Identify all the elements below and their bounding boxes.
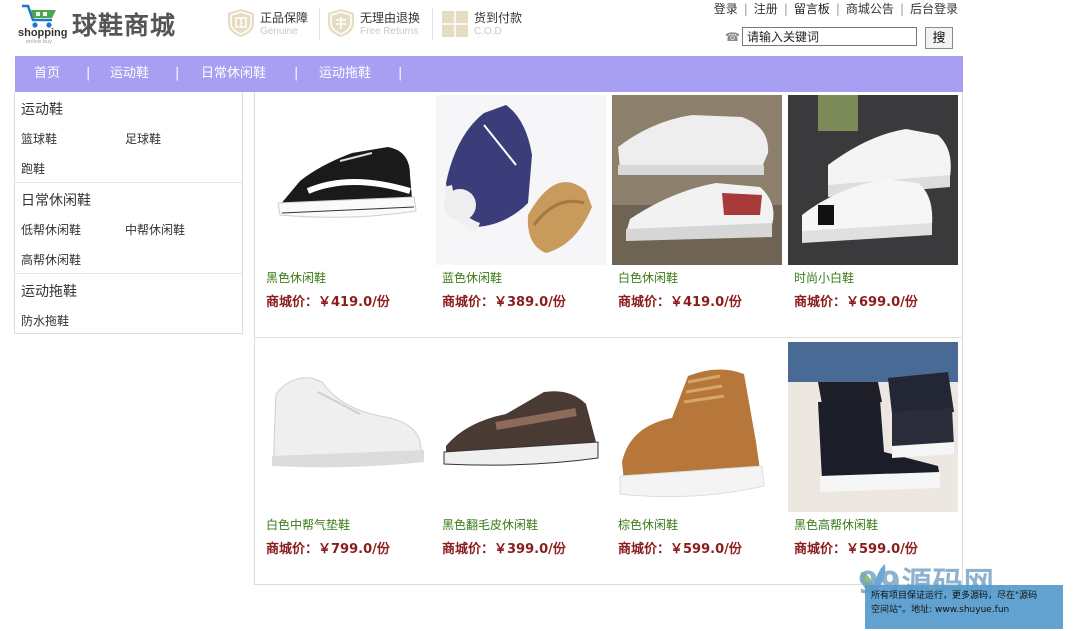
product-card[interactable]: 黑色休闲鞋 商城价：￥419.0/份 [260,95,430,330]
product-name[interactable]: 白色休闲鞋 [618,269,678,286]
watermark-line: 所有项目保证运行，更多源码，尽在"源码 [871,591,1038,601]
white-shoes-image [788,95,958,265]
site-brand: 球鞋商城 [72,11,177,40]
feature-genuine-title: 正品保障 [260,11,309,25]
shield-icon [328,9,354,37]
product-price: 商城价：￥419.0/份 [266,295,390,310]
brown-suede-shoe-image [436,342,606,512]
subcategory-low-top[interactable]: 低帮休闲鞋 [21,221,81,238]
register-link[interactable]: 注册 [754,2,778,16]
logo-text: shopping [18,27,68,39]
nav-separator: | [398,66,403,81]
nav-separator: | [86,66,91,81]
product-image[interactable] [788,95,958,265]
admin-login-link[interactable]: 后台登录 [910,2,958,16]
category-divider [15,182,242,183]
product-card[interactable]: 时尚小白鞋 商城价：￥699.0/份 [788,95,958,330]
feature-returns-sub: Free Returns [360,26,419,37]
search-input[interactable] [742,27,917,46]
search-button[interactable]: 搜 [925,27,953,49]
product-price: 商城价：￥799.0/份 [266,542,390,557]
nav-home[interactable]: 首页 [34,56,60,92]
watermark-line: 空间站"。地址: www.shuyue.fun [871,605,1010,615]
product-image[interactable] [436,342,606,512]
white-sneakers-image [612,95,782,265]
product-card[interactable]: 黑色高帮休闲鞋 商城价：￥599.0/份 [788,342,958,577]
product-price: 商城价：￥599.0/份 [618,542,742,557]
category-sidebar: 运动鞋 篮球鞋 足球鞋 跑鞋 日常休闲鞋 低帮休闲鞋 中帮休闲鞋 高帮休闲鞋 运… [14,92,243,334]
product-image[interactable] [260,95,430,265]
product-name[interactable]: 时尚小白鞋 [794,269,854,286]
watermark-notice: 所有项目保证运行，更多源码，尽在"源码 空间站"。地址: www.shuyue.… [865,585,1063,629]
shopping-logo[interactable]: shopping online buy [18,2,70,45]
white-midtop-image [260,342,430,512]
cart-icon [22,4,56,28]
nav-sports-shoes[interactable]: 运动鞋 [110,56,149,92]
nav-sports-slippers[interactable]: 运动拖鞋 [319,56,371,92]
category-sports-shoes[interactable]: 运动鞋 [21,99,63,119]
subcategory-waterproof-slippers[interactable]: 防水拖鞋 [21,312,69,329]
header-divider [432,8,433,40]
product-price: 商城价：￥599.0/份 [794,542,918,557]
subcategory-mid-top[interactable]: 中帮休闲鞋 [125,221,185,238]
subcategory-high-top[interactable]: 高帮休闲鞋 [21,251,81,268]
category-divider [15,273,242,274]
product-card[interactable]: 白色中帮气垫鞋 商城价：￥799.0/份 [260,342,430,577]
category-casual-shoes[interactable]: 日常休闲鞋 [21,190,91,210]
row-divider [255,337,962,338]
subcategory-running[interactable]: 跑鞋 [21,160,45,177]
shield-icon [228,9,254,37]
feature-genuine-sub: Genuine [260,26,298,37]
nav-casual-shoes[interactable]: 日常休闲鞋 [201,56,266,92]
product-card[interactable]: 蓝色休闲鞋 商城价：￥389.0/份 [436,95,606,330]
black-hightop-image [788,342,958,512]
tan-boot-image [612,342,782,512]
product-name[interactable]: 黑色休闲鞋 [266,269,326,286]
product-price: 商城价：￥389.0/份 [442,295,566,310]
login-link[interactable]: 登录 [714,2,738,16]
product-price: 商城价：￥419.0/份 [618,295,742,310]
product-image[interactable] [260,342,430,512]
product-image[interactable] [612,95,782,265]
feature-cod-title: 货到付款 [474,11,523,25]
feature-returns-title: 无理由退换 [360,11,421,25]
product-image[interactable] [788,342,958,512]
black-sneaker-image [260,95,430,265]
feature-cod-sub: C.O.D [474,26,502,37]
product-price: 商城价：￥699.0/份 [794,295,918,310]
product-name[interactable]: 棕色休闲鞋 [618,516,678,533]
main-nav: 首页 | 运动鞋 | 日常休闲鞋 | 运动拖鞋 | [15,56,963,92]
product-name[interactable]: 黑色高帮休闲鞋 [794,516,878,533]
nav-separator: | [294,66,299,81]
header-divider [319,8,320,40]
phone-icon: ☎ [725,30,740,44]
subcategory-football[interactable]: 足球鞋 [125,130,161,147]
subcategory-basketball[interactable]: 篮球鞋 [21,130,57,147]
top-links: 登录 | 注册 | 留言板 | 商城公告 | 后台登录 [713,2,958,16]
navy-canvas-shoes-image [436,95,606,265]
announcement-link[interactable]: 商城公告 [846,2,894,16]
message-board-link[interactable]: 留言板 [794,2,830,16]
nav-separator: | [175,66,180,81]
product-name[interactable]: 蓝色休闲鞋 [442,269,502,286]
product-card[interactable]: 白色休闲鞋 商城价：￥419.0/份 [612,95,782,330]
product-card[interactable]: 黑色翻毛皮休闲鞋 商城价：￥399.0/份 [436,342,606,577]
product-price: 商城价：￥399.0/份 [442,542,566,557]
product-image[interactable] [436,95,606,265]
product-name[interactable]: 黑色翻毛皮休闲鞋 [442,516,538,533]
category-sports-slippers[interactable]: 运动拖鞋 [21,281,77,301]
product-name[interactable]: 白色中帮气垫鞋 [266,516,350,533]
box-icon [442,11,468,37]
product-card[interactable]: 棕色休闲鞋 商城价：￥599.0/份 [612,342,782,577]
logo-subtext: online buy [26,39,53,45]
product-image[interactable] [612,342,782,512]
product-grid: 黑色休闲鞋 商城价：￥419.0/份 蓝色休闲鞋 商城价：￥389.0/份 白色… [254,92,963,585]
